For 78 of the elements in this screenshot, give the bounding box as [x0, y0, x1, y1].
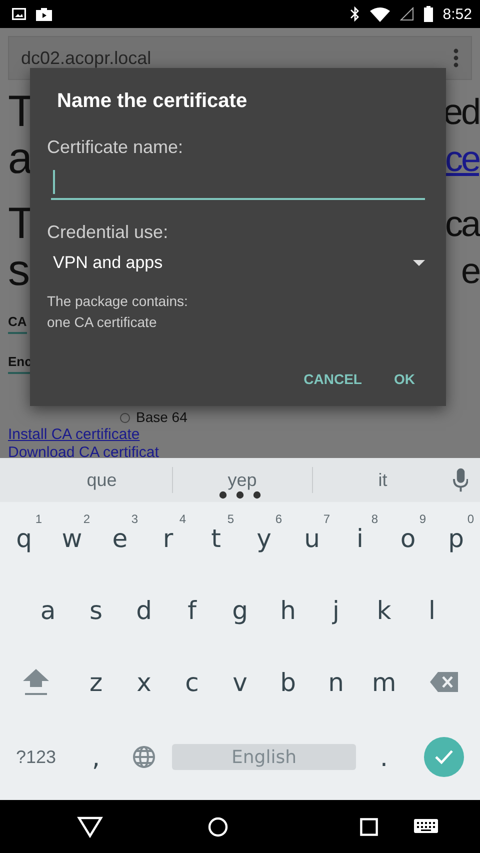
key[interactable]: v	[216, 646, 264, 718]
key[interactable]: y 6	[240, 502, 288, 574]
key[interactable]: l	[408, 574, 456, 646]
suggestion[interactable]: it	[312, 464, 452, 496]
dialog-button[interactable]: OK	[384, 363, 425, 395]
key-hint: 9	[419, 512, 426, 526]
key-hint: 5	[227, 512, 234, 526]
key[interactable]: k	[360, 574, 408, 646]
page-text: ed	[442, 90, 480, 134]
recents-icon[interactable]	[360, 818, 378, 836]
dialog-title: Name the certificate	[57, 90, 248, 113]
key[interactable]: j	[312, 574, 360, 646]
key[interactable]: z	[72, 646, 120, 718]
check-icon	[434, 749, 454, 765]
battery-icon	[424, 6, 433, 22]
page-text: a	[8, 135, 32, 182]
home-icon[interactable]	[208, 816, 228, 836]
wifi-icon	[370, 6, 390, 22]
more-dots-icon[interactable]	[219, 491, 261, 499]
clock-time: 8:52	[442, 6, 472, 22]
key-hint: 7	[323, 512, 330, 526]
key[interactable]: w 2	[48, 502, 96, 574]
field-label: Certificate name:	[47, 137, 184, 158]
radio-button[interactable]	[120, 412, 130, 422]
keyboard-icon[interactable]	[414, 818, 438, 834]
key[interactable]: a	[24, 574, 72, 646]
image-icon	[12, 8, 26, 20]
page-text: e	[460, 249, 480, 293]
key[interactable]: g	[216, 574, 264, 646]
key[interactable]: p 0	[432, 502, 480, 574]
key[interactable]: c	[168, 646, 216, 718]
page-text: s	[8, 247, 30, 294]
briefcase-play-icon	[36, 7, 52, 21]
key[interactable]: h	[264, 574, 312, 646]
dialog-button[interactable]: CANCEL	[294, 363, 372, 395]
shift-icon[interactable]	[22, 667, 50, 697]
globe-icon[interactable]	[132, 745, 156, 769]
url-text: dc02.acopr.local	[21, 48, 152, 68]
key[interactable]: o 9	[384, 502, 432, 574]
key[interactable]: r 4	[144, 502, 192, 574]
key-hint: 6	[275, 512, 282, 526]
key[interactable]: m	[360, 646, 408, 718]
key[interactable]: s	[72, 574, 120, 646]
suggestion[interactable]: que	[32, 464, 172, 496]
key[interactable]: t 5	[192, 502, 240, 574]
key[interactable]: q 1	[0, 502, 48, 574]
symbols-key[interactable]: ?123	[0, 718, 72, 796]
backspace-icon[interactable]	[430, 672, 458, 692]
key-hint: 0	[467, 512, 474, 526]
done-button[interactable]	[424, 737, 464, 777]
key[interactable]: b	[264, 646, 312, 718]
page-text: ca	[444, 202, 480, 246]
key[interactable]: ,	[72, 718, 120, 796]
section-heading: CA	[8, 314, 27, 334]
key-hint: 8	[371, 512, 378, 526]
key[interactable]: .	[360, 718, 408, 796]
more-icon[interactable]	[453, 48, 459, 68]
key[interactable]: i 8	[336, 502, 384, 574]
key[interactable]: f	[168, 574, 216, 646]
key-hint: 3	[131, 512, 138, 526]
field-label: Credential use:	[47, 222, 170, 243]
signal-icon	[400, 7, 414, 21]
radio-label: Base 64	[136, 410, 188, 425]
credential-dropdown[interactable]: VPN and apps	[53, 249, 425, 277]
dropdown-icon	[413, 260, 425, 266]
info-text: The package contains:	[47, 292, 189, 311]
bluetooth-icon	[350, 6, 360, 22]
key[interactable]: d	[120, 574, 168, 646]
key[interactable]: u 7	[288, 502, 336, 574]
key-hint: 2	[83, 512, 90, 526]
suggestion[interactable]: yep	[172, 464, 312, 496]
key-hint: 1	[35, 512, 42, 526]
info-text: one CA certificate	[47, 313, 158, 332]
microphone-icon[interactable]	[452, 468, 468, 492]
key-hint: 4	[179, 512, 186, 526]
key[interactable]: x	[120, 646, 168, 718]
key[interactable]: e 3	[96, 502, 144, 574]
key[interactable]: n	[312, 646, 360, 718]
